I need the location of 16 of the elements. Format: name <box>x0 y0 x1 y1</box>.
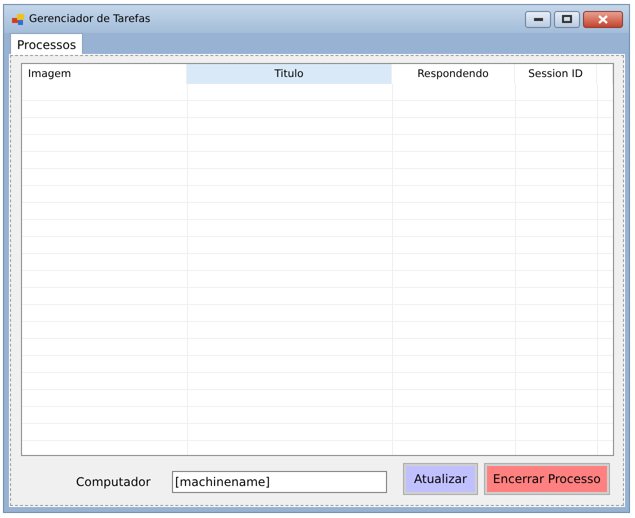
column-header[interactable]: Respondendo <box>392 64 515 84</box>
minimize-button[interactable] <box>525 10 551 28</box>
app-icon <box>12 14 24 24</box>
refresh-button[interactable]: Atualizar <box>404 464 477 494</box>
minimize-icon <box>534 18 542 20</box>
maximize-button[interactable] <box>554 10 580 28</box>
computer-field[interactable]: [machinename] <box>172 471 387 493</box>
close-button[interactable] <box>583 10 623 28</box>
column-header[interactable]: Session ID <box>515 64 597 84</box>
column-header[interactable]: Titulo <box>187 64 392 84</box>
maximize-icon <box>562 15 572 23</box>
end-process-button[interactable]: Encerrar Processo <box>484 464 609 494</box>
window-title: Gerenciador de Tarefas <box>29 13 150 25</box>
close-icon <box>598 14 608 24</box>
computer-label: Computador <box>76 475 152 489</box>
tab[interactable]: Processos <box>10 33 84 55</box>
